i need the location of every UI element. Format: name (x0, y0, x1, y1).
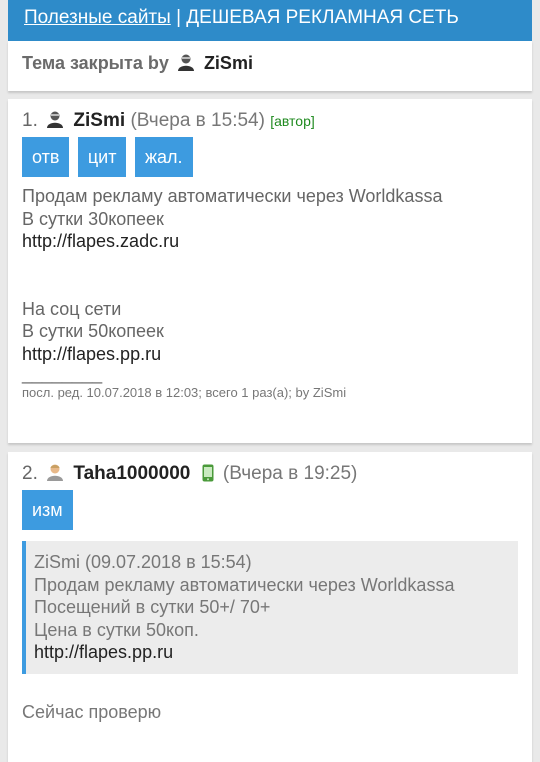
post-link[interactable]: http://flapes.zadc.ru (22, 230, 518, 253)
quote-line: Посещений в сутки 50+/ 70+ (34, 597, 271, 617)
post-line: На соц сети (22, 298, 122, 319)
post-author[interactable]: ZiSmi (73, 110, 125, 131)
quote-link[interactable]: http://flapes.pp.ru (34, 641, 510, 664)
post-date: (Вчера в 19:25) (222, 463, 358, 484)
breadcrumb-useful-sites-link[interactable]: Полезные сайты (24, 7, 171, 28)
avatar-icon (47, 111, 64, 128)
quote-block: ZiSmi (09.07.2018 в 15:54) Продам реклам… (22, 541, 518, 674)
post-author[interactable]: Taha1000000 (73, 463, 190, 484)
mobile-phone-icon (202, 464, 214, 482)
post-2: 2. Taha1000000 (Вчера в 19:25) изм ZiSmi… (8, 452, 532, 762)
post-1: 1. ZiSmi (Вчера в 15:54) [автор] отв цит… (8, 99, 532, 443)
reply-button[interactable]: отв (22, 137, 70, 177)
topic-header: Полезные сайты | ДЕШЕВАЯ РЕКЛАМНАЯ СЕТЬ (8, 0, 532, 41)
breadcrumb-separator: | (176, 7, 182, 28)
avatar-icon (177, 54, 194, 71)
topic-title: ДЕШЕВАЯ РЕКЛАМНАЯ СЕТЬ (186, 7, 459, 28)
post-meta: 1. ZiSmi (Вчера в 15:54) [автор] (22, 109, 518, 133)
report-button[interactable]: жал. (134, 137, 193, 177)
avatar-icon (47, 464, 64, 481)
post-date: (Вчера в 15:54) (130, 110, 265, 131)
post-number: 1. (22, 110, 38, 131)
quote-button[interactable]: цит (77, 137, 127, 177)
post-line: В сутки 30копеек (22, 208, 164, 229)
post-number: 2. (22, 463, 38, 484)
post-actions: отв цит жал. (22, 137, 518, 177)
topic-closed-notice: Тема закрыта by ZiSmi (8, 41, 532, 91)
edit-info: посл. ред. 10.07.2018 в 12:03; всего 1 р… (22, 385, 347, 400)
quote-line: Цена в сутки 50коп. (34, 619, 199, 640)
closed-by-user[interactable]: ZiSmi (204, 53, 253, 73)
post-line: В сутки 50копеек (22, 321, 164, 341)
quote-header: ZiSmi (09.07.2018 в 15:54) (34, 552, 252, 572)
forum-page: Полезные сайты | ДЕШЕВАЯ РЕКЛАМНАЯ СЕТЬ … (0, 0, 540, 762)
post-link[interactable]: http://flapes.pp.ru (22, 343, 518, 366)
closed-notice-text: Тема закрыта by (22, 53, 169, 73)
author-badge: [автор] (270, 113, 315, 129)
post-body: Продам рекламу автоматически через World… (22, 185, 518, 365)
quote-line: Продам рекламу автоматически через World… (34, 574, 455, 595)
post-reply-text: Сейчас проверю (22, 701, 162, 722)
post-actions: изм (22, 490, 518, 530)
signature-separator: ________ (22, 364, 103, 384)
post-line: Продам рекламу автоматически через World… (22, 186, 443, 206)
edit-button[interactable]: изм (22, 490, 73, 530)
post-meta: 2. Taha1000000 (Вчера в 19:25) (22, 462, 518, 486)
